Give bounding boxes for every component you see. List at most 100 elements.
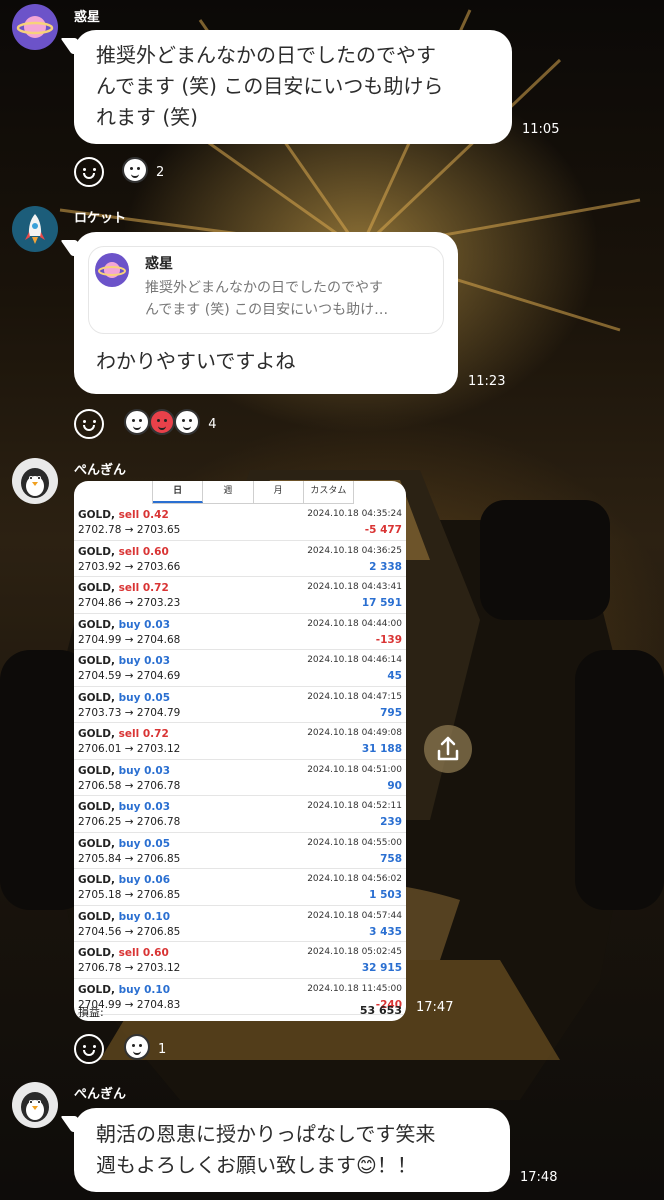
sender-name: ぺんぎん [74, 463, 127, 478]
trade-profit: 32 915 [361, 962, 402, 974]
trade-prices: 2704.99 → 2704.68 [78, 633, 181, 646]
trade-side: buy [118, 801, 141, 813]
reaction-row[interactable]: 2 [74, 157, 164, 187]
smiley-reaction-icon [122, 157, 148, 183]
penguin-icon [21, 468, 49, 498]
trade-side: buy [118, 691, 141, 704]
trade-datetime: 2024.10.18 04:57:44 [307, 910, 402, 921]
tab-day: 日 [153, 481, 204, 503]
trade-history-image[interactable]: 日 週 月 カスタム GOLD, sell 0.42 2702.78 → 2703… [74, 481, 406, 1021]
trade-lots: 0.03 [144, 764, 171, 777]
share-button[interactable] [424, 725, 472, 773]
penguin-icon [21, 1092, 49, 1122]
trade-row: GOLD, buy 0.10 2704.56 → 2706.85 2024.10.1… [74, 906, 406, 942]
trade-side: buy [118, 837, 141, 850]
trade-lots: 0.72 [142, 582, 169, 594]
tab-month: 月 [254, 481, 304, 503]
quoted-reply[interactable]: 惑星 推奨外どまんなかの日でしたのでやす んでます (笑) この目安にいつも助け… [88, 246, 444, 334]
avatar[interactable] [12, 4, 58, 50]
trade-datetime: 2024.10.18 11:45:00 [307, 983, 402, 994]
total-label: 損益: [78, 1006, 104, 1019]
share-icon [437, 736, 459, 761]
trade-symbol: GOLD, buy 0.10 [78, 910, 171, 923]
trade-side: sell [118, 582, 140, 594]
trade-prices: 2704.86 → 2703.23 [78, 597, 181, 609]
reaction-count: 1 [158, 1041, 167, 1057]
trade-lots: 0.03 [144, 655, 171, 667]
trade-row: GOLD, sell 0.60 2706.78 → 2703.12 2024.10.… [74, 942, 406, 979]
reaction-row[interactable]: 1 [74, 1034, 166, 1064]
reaction-row[interactable]: 4 [74, 409, 216, 439]
quote-text: 推奨外どまんなかの日でしたのでやす んでます (笑) この目安にいつも助け… [145, 280, 389, 318]
trade-lots: 0.42 [142, 509, 169, 521]
trade-side: sell [118, 509, 140, 521]
trade-prices: 2706.58 → 2706.78 [78, 779, 181, 792]
trade-symbol: GOLD, buy 0.03 [78, 764, 171, 777]
trade-profit: 239 [380, 816, 402, 828]
trade-side: buy [118, 874, 141, 886]
message-bubble[interactable]: 朝活の恩恵に授かりっぱなしです笑来 週もよろしくお願い致します😊！！ [60, 1108, 510, 1192]
trade-symbol: GOLD, buy 0.06 [78, 874, 171, 886]
trade-row: GOLD, buy 0.05 2703.73 → 2704.79 2024.10.1… [74, 687, 406, 723]
trade-symbol: GOLD, sell 0.42 [78, 509, 169, 521]
trade-profit: 758 [380, 852, 402, 865]
message-bubble[interactable]: 惑星 推奨外どまんなかの日でしたのでやす んでます (笑) この目安にいつも助け… [60, 232, 458, 394]
total-value: 53 653 [359, 1004, 402, 1017]
avatar[interactable] [12, 1082, 58, 1128]
trade-lots: 0.06 [144, 874, 171, 886]
trade-prices: 2705.84 → 2706.85 [78, 852, 181, 865]
trade-datetime: 2024.10.18 05:02:45 [307, 947, 402, 957]
add-reaction-icon[interactable] [74, 409, 104, 439]
trade-profit: 90 [387, 779, 402, 792]
add-reaction-icon[interactable] [74, 1034, 104, 1064]
trade-row: GOLD, sell 0.72 2704.86 → 2703.23 2024.10.… [74, 577, 406, 614]
trade-symbol: GOLD, sell 0.60 [78, 545, 169, 558]
trade-side: sell [118, 947, 140, 959]
message-time: 11:05 [522, 122, 560, 137]
trade-datetime: 2024.10.18 04:49:08 [307, 728, 402, 738]
trade-prices: 2706.25 → 2706.78 [78, 816, 181, 828]
add-reaction-icon[interactable] [74, 157, 104, 187]
tab-custom: カスタム [310, 486, 347, 496]
trade-symbol: GOLD, buy 0.03 [78, 801, 171, 813]
trade-profit: -139 [375, 633, 402, 646]
trade-datetime: 2024.10.18 04:36:25 [307, 545, 402, 556]
trade-prices: 2704.56 → 2706.85 [78, 925, 181, 938]
trade-symbol: GOLD, buy 0.05 [78, 837, 171, 850]
trade-profit: 3 435 [369, 925, 402, 938]
trade-row: GOLD, buy 0.06 2705.18 → 2706.85 2024.10.1… [74, 869, 406, 906]
sender-name: 惑星 [74, 10, 101, 25]
trade-datetime: 2024.10.18 04:56:02 [307, 874, 402, 884]
trade-datetime: 2024.10.18 04:52:11 [307, 801, 402, 811]
sender-name: ぺんぎん [74, 1087, 127, 1102]
message-text: 朝活の恩恵に授かりっぱなしです笑来 週もよろしくお願い致します😊！！ [96, 1122, 436, 1177]
reaction-count: 4 [208, 416, 217, 432]
trade-datetime: 2024.10.18 04:55:00 [307, 837, 402, 848]
reaction-stickers[interactable] [124, 1034, 150, 1064]
trade-row: GOLD, sell 0.42 2702.78 → 2703.65 2024.10.… [74, 504, 406, 541]
trade-profit: -5 477 [364, 524, 402, 536]
trade-side: buy [118, 618, 141, 631]
smiley-reaction-icon [124, 1034, 150, 1060]
trade-row: GOLD, sell 0.72 2706.01 → 2703.12 2024.10.… [74, 723, 406, 760]
planet-icon [16, 16, 54, 38]
trade-row: GOLD, buy 0.03 2704.99 → 2704.68 2024.10.1… [74, 614, 406, 650]
message-bubble[interactable]: 推奨外どまんなかの日でしたのでやす んでます (笑) この目安にいつも助けら れ… [60, 30, 512, 144]
trade-profit: 795 [380, 706, 402, 719]
trade-datetime: 2024.10.18 04:46:14 [307, 655, 402, 665]
trade-lots: 0.10 [144, 910, 171, 923]
avatar[interactable] [12, 206, 58, 252]
trade-prices: 2705.18 → 2706.85 [78, 889, 181, 901]
trade-profit: 17 591 [361, 597, 402, 609]
reaction-stickers[interactable] [122, 157, 148, 187]
trade-lots: 0.60 [142, 947, 169, 959]
total-row: 損益: 53 653 [74, 999, 406, 1021]
sender-name: ロケット [74, 211, 127, 226]
message-time: 17:48 [520, 1170, 558, 1185]
trade-row: GOLD, buy 0.03 2706.25 → 2706.78 2024.10.1… [74, 796, 406, 833]
trade-prices: 2706.78 → 2703.12 [78, 962, 181, 974]
reaction-stickers[interactable] [124, 409, 201, 439]
avatar[interactable] [12, 458, 58, 504]
trade-lots: 0.72 [142, 728, 169, 740]
trade-row: GOLD, buy 0.03 2706.58 → 2706.78 2024.10.1… [74, 760, 406, 796]
